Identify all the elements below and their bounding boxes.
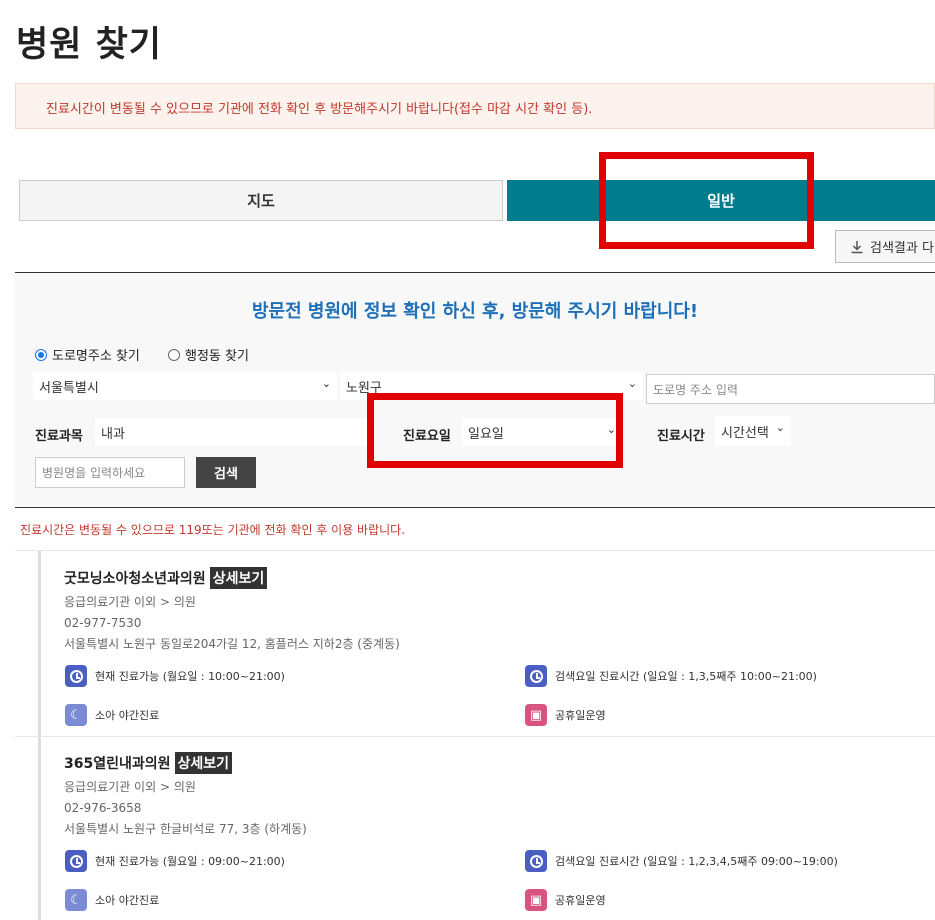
notice-banner: 진료시간이 변동될 수 있으므로 기관에 전화 확인 후 방문해주시기 바랍니다… bbox=[15, 83, 935, 129]
hospital-name-input[interactable]: 병원명을 입력하세요 bbox=[35, 457, 185, 488]
hospital-category: 응급의료기관 이외 > 의원 bbox=[64, 595, 196, 609]
divider bbox=[15, 736, 935, 737]
now-hours: 현재 진료가능 (월요일 : 09:00~21:00) bbox=[65, 850, 285, 872]
search-panel: 방문전 병원에 정보 확인 하신 후, 방문해 주시기 바랍니다! 도로명주소 … bbox=[15, 272, 935, 508]
download-icon bbox=[851, 240, 863, 253]
holiday-text: 공휴일운영 bbox=[555, 709, 606, 722]
warning-text: 진료시간은 변동될 수 있으므로 119또는 기관에 전화 확인 후 이용 바랍… bbox=[20, 523, 406, 537]
detail-button[interactable]: 상세보기 bbox=[174, 752, 233, 774]
search-hours-text: 검색요일 진료시간 (일요일 : 1,3,5째주 10:00~21:00) bbox=[555, 670, 817, 683]
dept-label: 진료과목 bbox=[35, 429, 83, 444]
calendar-icon: ▣ bbox=[525, 704, 547, 726]
page-title: 병원 찾기 bbox=[16, 25, 162, 65]
search-hours: 검색요일 진료시간 (일요일 : 1,3,5째주 10:00~21:00) bbox=[525, 665, 817, 687]
hospital-phone: 02-977-7530 bbox=[64, 616, 142, 630]
night-care-text: 소아 야간진료 bbox=[95, 894, 160, 907]
clock-icon bbox=[525, 850, 547, 872]
search-hours-text: 검색요일 진료시간 (일요일 : 1,2,3,4,5째주 09:00~19:00… bbox=[555, 855, 838, 868]
clock-icon bbox=[65, 850, 87, 872]
holiday-text: 공휴일운영 bbox=[555, 894, 606, 907]
clock-icon bbox=[65, 665, 87, 687]
chevron-down-icon: ⌄ bbox=[321, 377, 331, 390]
clock-icon bbox=[525, 665, 547, 687]
search-button[interactable]: 검색 bbox=[196, 457, 256, 488]
moon-icon: ☾ bbox=[65, 889, 87, 911]
radio-road-label: 도로명주소 찾기 bbox=[52, 349, 140, 364]
radio-checked-icon bbox=[35, 348, 47, 361]
highlight-box-day bbox=[367, 393, 623, 468]
detail-button[interactable]: 상세보기 bbox=[209, 567, 268, 589]
list-item: 굿모닝소아청소년과의원 상세보기 응급의료기관 이외 > 의원 02-977-7… bbox=[64, 567, 934, 652]
divider bbox=[15, 550, 935, 551]
search-heading: 방문전 병원에 정보 확인 하신 후, 방문해 주시기 바랍니다! bbox=[251, 301, 699, 322]
time-select[interactable]: 시간선택 ⌄ bbox=[715, 416, 791, 446]
city-select[interactable]: 서울특별시 ⌄ bbox=[33, 372, 337, 400]
dept-value: 내과 bbox=[101, 426, 125, 442]
road-address-input[interactable]: 도로명 주소 입력 bbox=[646, 374, 935, 404]
holiday-open: ▣ 공휴일운영 bbox=[525, 704, 606, 726]
hospital-phone: 02-976-3658 bbox=[64, 801, 142, 815]
calendar-icon: ▣ bbox=[525, 889, 547, 911]
night-care-text: 소아 야간진료 bbox=[95, 709, 160, 722]
now-hours-text: 현재 진료가능 (월요일 : 10:00~21:00) bbox=[95, 670, 285, 683]
radio-road-address[interactable]: 도로명주소 찾기 bbox=[35, 345, 140, 364]
city-value: 서울특별시 bbox=[39, 380, 99, 396]
search-hours: 검색요일 진료시간 (일요일 : 1,2,3,4,5째주 09:00~19:00… bbox=[525, 850, 838, 872]
hospital-name[interactable]: 365열린내과의원 bbox=[64, 753, 171, 773]
time-value: 시간선택 bbox=[721, 425, 769, 441]
radio-admin-label: 행정동 찾기 bbox=[185, 349, 249, 364]
dept-select[interactable]: 내과 bbox=[95, 418, 375, 446]
download-label: 검색결과 다 bbox=[870, 241, 934, 256]
night-care: ☾ 소아 야간진료 bbox=[65, 889, 159, 911]
night-care: ☾ 소아 야간진료 bbox=[65, 704, 159, 726]
moon-icon: ☾ bbox=[65, 704, 87, 726]
hospital-name[interactable]: 굿모닝소아청소년과의원 bbox=[64, 568, 206, 588]
tab-map[interactable]: 지도 bbox=[19, 180, 503, 221]
time-label: 진료시간 bbox=[657, 429, 705, 444]
hospital-category: 응급의료기관 이외 > 의원 bbox=[64, 780, 196, 794]
chevron-down-icon: ⌄ bbox=[627, 377, 637, 390]
radio-unchecked-icon bbox=[168, 348, 180, 361]
now-hours-text: 현재 진료가능 (월요일 : 09:00~21:00) bbox=[95, 855, 285, 868]
hospital-address: 서울특별시 노원구 한글비석로 77, 3층 (하계동) bbox=[64, 822, 307, 836]
chevron-down-icon: ⌄ bbox=[775, 421, 785, 434]
hospital-address: 서울특별시 노원구 동일로204가길 12, 홈플러스 지하2층 (중계동) bbox=[64, 637, 400, 651]
download-results-button[interactable]: 검색결과 다 bbox=[835, 230, 935, 263]
holiday-open: ▣ 공휴일운영 bbox=[525, 889, 606, 911]
radio-admin-dong[interactable]: 행정동 찾기 bbox=[168, 345, 249, 364]
highlight-box-tab bbox=[599, 152, 814, 249]
now-hours: 현재 진료가능 (월요일 : 10:00~21:00) bbox=[65, 665, 285, 687]
list-item: 365열린내과의원 상세보기 응급의료기관 이외 > 의원 02-976-365… bbox=[64, 752, 934, 837]
